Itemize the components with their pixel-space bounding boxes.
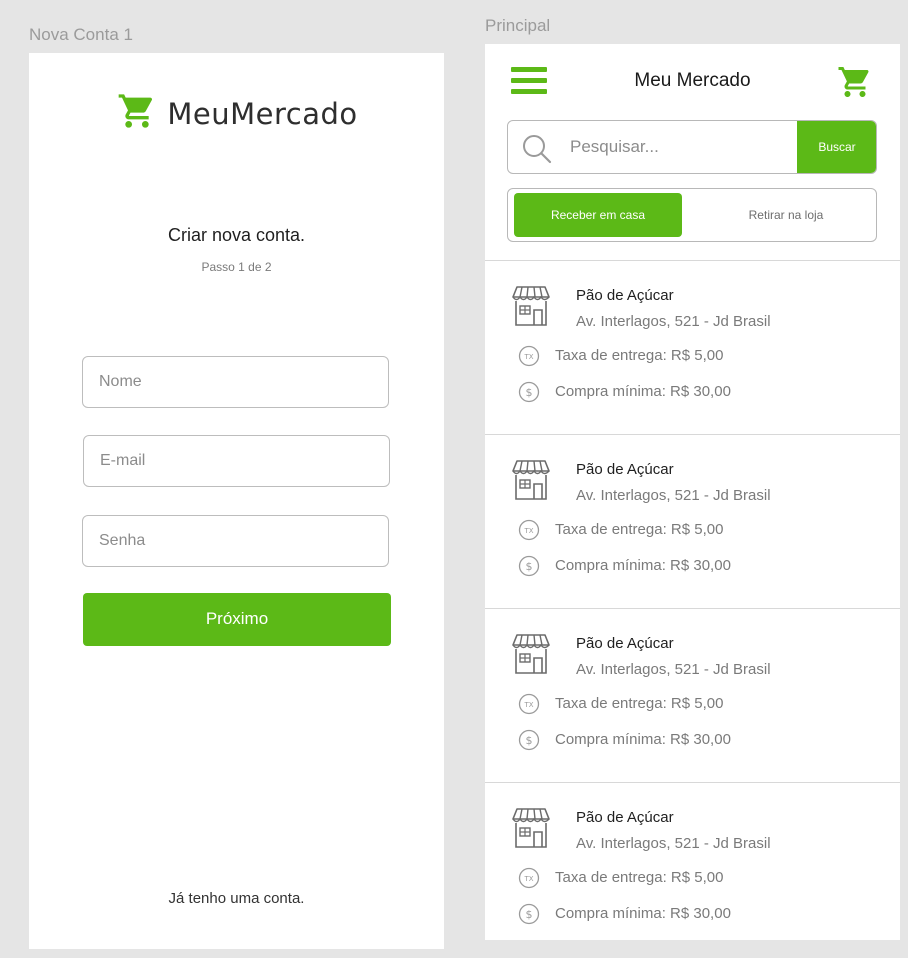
- search-button[interactable]: Buscar: [797, 121, 876, 173]
- store-icon: [511, 283, 551, 334]
- delivery-fee: Taxa de entrega: R$ 5,00: [555, 695, 724, 712]
- store-list: Pão de Açúcar Av. Interlagos, 521 - Jd B…: [485, 260, 900, 940]
- delivery-fee-icon: TX: [518, 519, 540, 546]
- delivery-fee: Taxa de entrega: R$ 5,00: [555, 521, 724, 538]
- store-icon: [511, 631, 551, 682]
- minimum-purchase: Compra mínima: R$ 30,00: [555, 731, 731, 748]
- store-list-item[interactable]: Pão de Açúcar Av. Interlagos, 521 - Jd B…: [485, 782, 900, 940]
- app-header: Meu Mercado: [485, 44, 900, 120]
- dollar-icon: $: [518, 555, 540, 582]
- frame-title-principal: Principal: [485, 16, 551, 35]
- delivery-fee-icon: TX: [518, 867, 540, 894]
- store-list-item[interactable]: Pão de Açúcar Av. Interlagos, 521 - Jd B…: [485, 608, 900, 782]
- email-field[interactable]: [83, 435, 390, 487]
- dollar-icon: $: [518, 729, 540, 756]
- delivery-fee: Taxa de entrega: R$ 5,00: [555, 347, 724, 364]
- logo-text: MeuMercado: [167, 96, 358, 131]
- main-screen: Meu Mercado Buscar Receber em casa Retir…: [485, 44, 900, 940]
- step-indicator: Passo 1 de 2: [201, 260, 272, 274]
- svg-text:TX: TX: [523, 353, 533, 361]
- delivery-mode-tabs: Receber em casa Retirar na loja: [507, 188, 877, 242]
- delivery-fee-icon: TX: [518, 345, 540, 372]
- frame-title-nova-conta: Nova Conta 1: [29, 25, 133, 44]
- store-name: Pão de Açúcar: [576, 635, 674, 652]
- minimum-purchase: Compra mínima: R$ 30,00: [555, 905, 731, 922]
- svg-text:TX: TX: [523, 527, 533, 535]
- store-name: Pão de Açúcar: [576, 287, 674, 304]
- tab-receber-em-casa[interactable]: Receber em casa: [514, 193, 682, 237]
- tab-retirar-na-loja[interactable]: Retirar na loja: [702, 193, 870, 237]
- delivery-fee: Taxa de entrega: R$ 5,00: [555, 869, 724, 886]
- svg-text:$: $: [526, 908, 533, 921]
- logo: MeuMercado: [29, 91, 444, 136]
- store-icon: [511, 805, 551, 856]
- store-address: Av. Interlagos, 521 - Jd Brasil: [576, 313, 771, 330]
- search-bar: Buscar: [507, 120, 877, 174]
- store-name: Pão de Açúcar: [576, 809, 674, 826]
- search-icon: [522, 134, 552, 169]
- svg-text:TX: TX: [523, 701, 533, 709]
- store-address: Av. Interlagos, 521 - Jd Brasil: [576, 835, 771, 852]
- login-link[interactable]: Já tenho uma conta.: [29, 890, 444, 907]
- svg-text:TX: TX: [523, 875, 533, 883]
- store-list-item[interactable]: Pão de Açúcar Av. Interlagos, 521 - Jd B…: [485, 260, 900, 434]
- next-button[interactable]: Próximo: [83, 593, 391, 646]
- signup-screen: MeuMercado Criar nova conta. Passo 1 de …: [29, 53, 444, 949]
- svg-text:$: $: [526, 386, 533, 399]
- name-field[interactable]: [82, 356, 389, 408]
- store-name: Pão de Açúcar: [576, 461, 674, 478]
- page-title: Criar nova conta.: [167, 225, 306, 245]
- password-field[interactable]: [82, 515, 389, 567]
- search-input[interactable]: [570, 121, 790, 173]
- svg-text:$: $: [526, 734, 533, 747]
- minimum-purchase: Compra mínima: R$ 30,00: [555, 383, 731, 400]
- minimum-purchase: Compra mínima: R$ 30,00: [555, 557, 731, 574]
- cart-icon[interactable]: [836, 64, 874, 105]
- dollar-icon: $: [518, 381, 540, 408]
- store-icon: [511, 457, 551, 508]
- delivery-fee-icon: TX: [518, 693, 540, 720]
- svg-text:$: $: [526, 560, 533, 573]
- cart-icon: [115, 91, 159, 136]
- store-list-item[interactable]: Pão de Açúcar Av. Interlagos, 521 - Jd B…: [485, 434, 900, 608]
- store-address: Av. Interlagos, 521 - Jd Brasil: [576, 661, 771, 678]
- store-address: Av. Interlagos, 521 - Jd Brasil: [576, 487, 771, 504]
- dollar-icon: $: [518, 903, 540, 930]
